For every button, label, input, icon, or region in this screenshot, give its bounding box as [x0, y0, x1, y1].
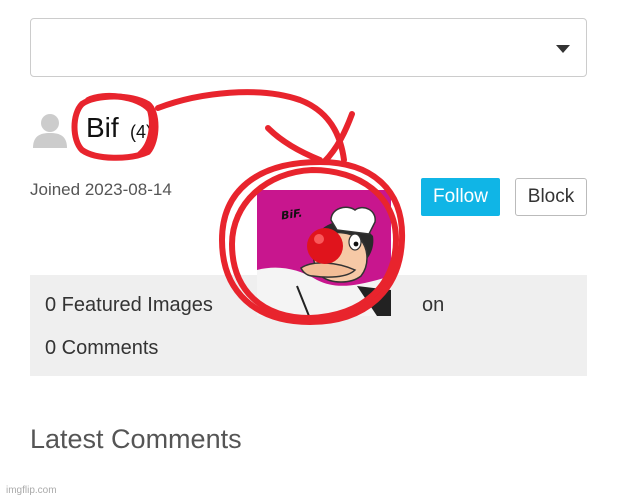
username-link[interactable]: Bif	[86, 111, 119, 145]
cartoon-chef-illustration	[257, 190, 391, 316]
comments-stat[interactable]: 0 Comments	[45, 337, 158, 360]
chevron-down-icon	[556, 45, 570, 53]
annotation-arrow-head-right	[321, 111, 355, 165]
joined-date: Joined 2023-08-14	[30, 180, 172, 199]
annotation-arrow-curve	[155, 89, 347, 163]
follow-button[interactable]: Follow	[421, 178, 500, 216]
user-silhouette-icon	[33, 114, 67, 148]
block-button[interactable]: Block	[515, 178, 587, 216]
featured-images-stat[interactable]: 0 Featured Images	[45, 294, 213, 317]
annotation-arrow-head-left	[265, 125, 323, 163]
dropdown-select[interactable]	[30, 18, 587, 77]
imgflip-watermark: imgflip.com	[6, 485, 57, 496]
pasted-cartoon-image: BiF.	[257, 190, 391, 316]
featured-stat-suffix: on	[422, 294, 445, 316]
latest-comments-heading: Latest Comments	[30, 424, 242, 454]
user-points: (4)	[130, 122, 152, 142]
